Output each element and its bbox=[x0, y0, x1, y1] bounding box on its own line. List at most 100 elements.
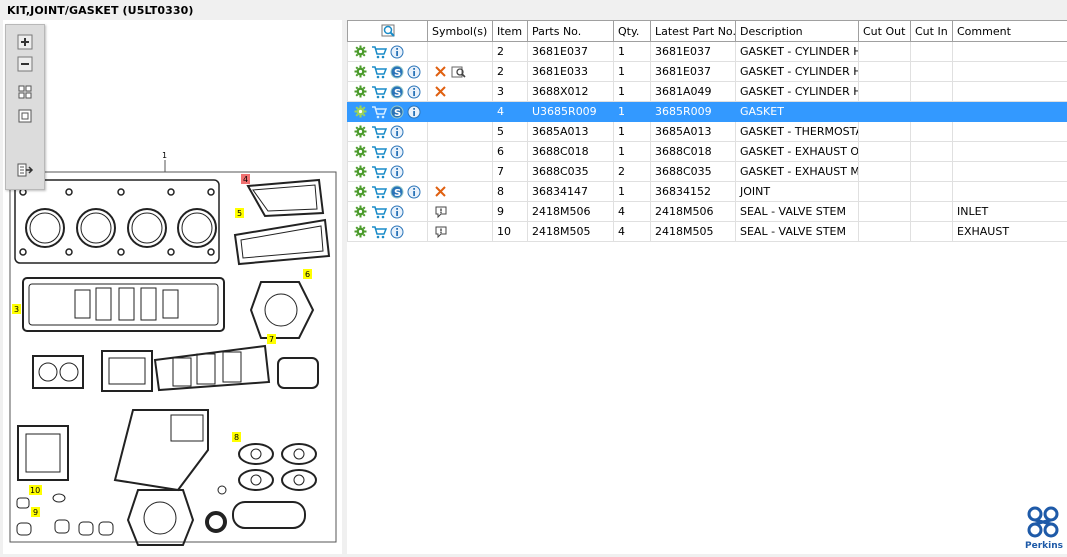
callout-8: 8 bbox=[234, 433, 239, 442]
column-header-cut-in[interactable]: Cut In bbox=[911, 21, 953, 42]
column-header-actions[interactable] bbox=[348, 21, 428, 42]
cell-cut-in bbox=[911, 42, 953, 62]
info-icon[interactable] bbox=[407, 85, 421, 99]
add-to-cart-icon[interactable] bbox=[371, 85, 387, 99]
column-header-parts-no[interactable]: Parts No. bbox=[528, 21, 614, 42]
add-to-cart-icon[interactable] bbox=[371, 185, 387, 199]
row-actions: S bbox=[348, 62, 428, 82]
info-icon[interactable] bbox=[390, 45, 404, 59]
supersession-icon[interactable]: S bbox=[390, 105, 404, 119]
table-row[interactable]: 2 3681E037 1 3681E037 GASKET - CYLINDER … bbox=[348, 42, 1067, 62]
info-icon[interactable] bbox=[390, 125, 404, 139]
fit-icon[interactable] bbox=[16, 83, 34, 101]
column-header-item[interactable]: Item bbox=[493, 21, 528, 42]
zoom-out-icon[interactable] bbox=[16, 55, 34, 73]
options-gear-icon[interactable] bbox=[354, 225, 368, 239]
cell-qty: 1 bbox=[614, 102, 651, 122]
options-gear-icon[interactable] bbox=[354, 145, 368, 159]
add-to-cart-icon[interactable] bbox=[371, 225, 387, 239]
cell-item: 2 bbox=[493, 42, 528, 62]
options-gear-icon[interactable] bbox=[354, 205, 368, 219]
table-row[interactable]: S 3 3688X012 1 3681A049 GASKET - CYLINDE… bbox=[348, 82, 1067, 102]
column-header-description[interactable]: Description bbox=[736, 21, 859, 42]
cell-description: GASKET - EXHAUST MANIFOLD bbox=[736, 162, 859, 182]
cell-latest-part-no: 36834152 bbox=[651, 182, 736, 202]
table-row[interactable]: S 2 3681E033 1 3681E037 GASKET - CYLINDE… bbox=[348, 62, 1067, 82]
options-gear-icon[interactable] bbox=[354, 105, 368, 119]
callout-1: 1 bbox=[162, 151, 167, 160]
cell-description: GASKET - CYLINDER HEAD bbox=[736, 62, 859, 82]
column-header-symbols[interactable]: Symbol(s) bbox=[428, 21, 493, 42]
window-title: KIT,JOINT/GASKET (U5LT0330) bbox=[7, 4, 193, 17]
row-symbols bbox=[428, 182, 493, 202]
column-header-qty[interactable]: Qty. bbox=[614, 21, 651, 42]
options-gear-icon[interactable] bbox=[354, 185, 368, 199]
options-gear-icon[interactable] bbox=[354, 45, 368, 59]
export-icon[interactable] bbox=[16, 161, 34, 179]
add-to-cart-icon[interactable] bbox=[371, 45, 387, 59]
not-available-cross-icon bbox=[434, 85, 448, 99]
cell-qty: 1 bbox=[614, 62, 651, 82]
info-icon[interactable] bbox=[390, 225, 404, 239]
cell-cut-out bbox=[859, 142, 911, 162]
table-row[interactable]: S 8 36834147 1 36834152 JOINT bbox=[348, 182, 1067, 202]
add-to-cart-icon[interactable] bbox=[371, 205, 387, 219]
add-to-cart-icon[interactable] bbox=[371, 125, 387, 139]
table-row[interactable]: 7 3688C035 2 3688C035 GASKET - EXHAUST M… bbox=[348, 162, 1067, 182]
row-actions bbox=[348, 202, 428, 222]
options-gear-icon[interactable] bbox=[354, 65, 368, 79]
find-in-diagram-icon[interactable] bbox=[380, 23, 396, 39]
reference-lookup-icon[interactable] bbox=[451, 65, 467, 79]
column-header-latest-part-no[interactable]: Latest Part No. bbox=[651, 21, 736, 42]
row-actions bbox=[348, 42, 428, 62]
info-icon[interactable] bbox=[390, 165, 404, 179]
table-row[interactable]: 5 3685A013 1 3685A013 GASKET - THERMOSTA… bbox=[348, 122, 1067, 142]
options-gear-icon[interactable] bbox=[354, 85, 368, 99]
table-row[interactable]: S 4 U3685R009 1 3685R009 GASKET bbox=[348, 102, 1067, 122]
options-gear-icon[interactable] bbox=[354, 165, 368, 179]
options-gear-icon[interactable] bbox=[354, 125, 368, 139]
row-symbols bbox=[428, 62, 493, 82]
info-icon[interactable] bbox=[407, 65, 421, 79]
row-symbols bbox=[428, 102, 493, 122]
cell-qty: 4 bbox=[614, 202, 651, 222]
cell-cut-in bbox=[911, 182, 953, 202]
zoom-in-icon[interactable] bbox=[16, 33, 34, 51]
cell-item: 6 bbox=[493, 142, 528, 162]
svg-text:S: S bbox=[394, 68, 401, 79]
table-row[interactable]: 9 2418M506 4 2418M506 SEAL - VALVE STEM … bbox=[348, 202, 1067, 222]
info-icon[interactable] bbox=[390, 145, 404, 159]
cell-item: 3 bbox=[493, 82, 528, 102]
column-header-cut-out[interactable]: Cut Out bbox=[859, 21, 911, 42]
note-icon[interactable] bbox=[434, 205, 448, 219]
cell-item: 8 bbox=[493, 182, 528, 202]
cell-comment bbox=[953, 162, 1067, 182]
supersession-icon[interactable]: S bbox=[390, 185, 404, 199]
callout-4: 4 bbox=[243, 175, 248, 184]
cell-comment bbox=[953, 122, 1067, 142]
table-row[interactable]: 6 3688C018 1 3688C018 GASKET - EXHAUST O… bbox=[348, 142, 1067, 162]
table-row[interactable]: 10 2418M505 4 2418M505 SEAL - VALVE STEM… bbox=[348, 222, 1067, 242]
info-icon[interactable] bbox=[390, 205, 404, 219]
add-to-cart-icon[interactable] bbox=[371, 65, 387, 79]
info-icon[interactable] bbox=[407, 185, 421, 199]
info-icon[interactable] bbox=[407, 105, 421, 119]
cell-comment bbox=[953, 42, 1067, 62]
add-to-cart-icon[interactable] bbox=[371, 105, 387, 119]
column-header-comment[interactable]: Comment bbox=[953, 21, 1067, 42]
actual-size-icon[interactable] bbox=[16, 107, 34, 125]
add-to-cart-icon[interactable] bbox=[371, 145, 387, 159]
supersession-icon[interactable]: S bbox=[390, 65, 404, 79]
cell-description: GASKET - THERMOSTAT bbox=[736, 122, 859, 142]
diagram-toolbar bbox=[5, 24, 45, 190]
note-icon[interactable] bbox=[434, 225, 448, 239]
row-actions: S bbox=[348, 102, 428, 122]
cell-description: JOINT bbox=[736, 182, 859, 202]
row-symbols bbox=[428, 42, 493, 62]
cell-parts-no: 36834147 bbox=[528, 182, 614, 202]
exploded-diagram-panel[interactable]: 1 4 5 6 3 7 8 10 9 bbox=[3, 20, 342, 554]
parts-grid: Symbol(s) Item Parts No. Qty. Latest Par… bbox=[347, 20, 1067, 554]
add-to-cart-icon[interactable] bbox=[371, 165, 387, 179]
callout-10: 10 bbox=[30, 486, 40, 495]
supersession-icon[interactable]: S bbox=[390, 85, 404, 99]
